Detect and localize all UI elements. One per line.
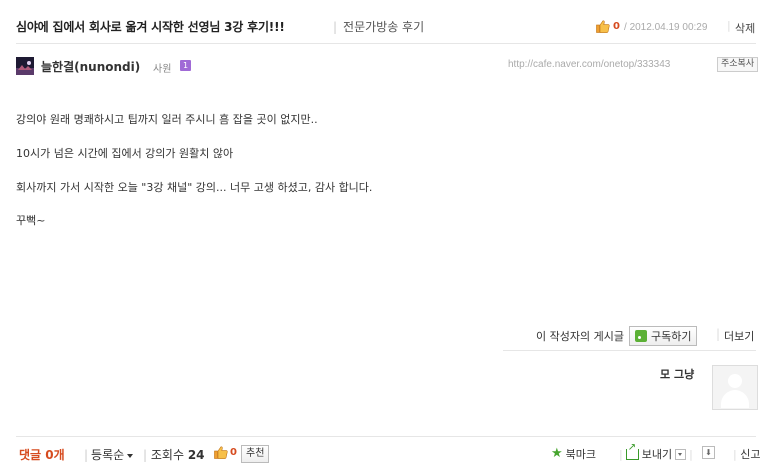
chevron-down-icon[interactable] — [127, 453, 134, 458]
author-name[interactable]: 늘한결(nunondi) — [41, 58, 140, 75]
sort-dropdown[interactable]: | 등록순 — [84, 446, 134, 463]
divider: | — [727, 19, 731, 32]
chevron-down-icon[interactable] — [675, 448, 687, 460]
like-widget[interactable]: 0 — [596, 20, 620, 33]
view-count: | 조회수 24 — [143, 446, 205, 463]
send-label: 보내기 — [641, 448, 673, 461]
avatar-head-shape — [728, 374, 742, 388]
subscribe-button[interactable]: 구독하기 — [628, 326, 698, 346]
subscribe-divider — [503, 350, 756, 351]
header-divider — [16, 43, 756, 44]
category-label[interactable]: 전문가방송 후기 — [343, 20, 424, 34]
sort-label[interactable]: 등록순 — [91, 446, 124, 463]
thumbs-up-icon[interactable] — [596, 20, 610, 33]
body-line: 회사까지 가서 시작한 오늘 "3강 채널" 강의... 너무 고생 하셨고, … — [16, 181, 373, 194]
views-value: 24 — [187, 448, 205, 462]
thumbs-up-icon[interactable] — [214, 446, 228, 459]
divider: | — [143, 448, 148, 462]
author-avatar[interactable] — [16, 57, 34, 75]
views-label: 조회수 — [150, 448, 184, 462]
body-line: 10시가 넘은 시간에 집에서 강의가 원활치 않아 — [16, 147, 234, 160]
commenter-name[interactable]: 모 그냥 — [660, 366, 694, 382]
like-count: 0 — [613, 21, 620, 32]
post-date: / 2012.04.19 00:29 — [624, 22, 708, 33]
post-url[interactable]: http://cafe.naver.com/onetop/333343 — [508, 59, 670, 70]
post-category[interactable]: | 전문가방송 후기 — [333, 18, 424, 35]
delete-link[interactable]: 삭제 — [735, 20, 755, 36]
subscribe-prefix: 이 작성자의 게시글 — [536, 330, 624, 343]
bookmark-label: 북마크 — [565, 448, 597, 461]
bookmark-button[interactable]: ★ 북마크 — [551, 446, 596, 462]
divider: | — [733, 448, 737, 461]
commenter-avatar[interactable] — [712, 365, 758, 410]
copy-url-button[interactable]: 주소복사 — [717, 57, 759, 72]
share-icon — [625, 442, 639, 460]
star-icon: ★ — [551, 446, 563, 461]
divider: | — [716, 327, 721, 341]
report-link[interactable]: | 신고 — [733, 446, 760, 462]
post-title: 심야에 집에서 회사로 옮겨 시작한 선영님 3강 후기!!! — [16, 20, 285, 34]
avatar-body-shape — [721, 390, 749, 408]
send-button[interactable]: | 보내기 | — [619, 442, 693, 462]
author-grade: 사원 — [153, 64, 172, 75]
report-label: 신고 — [740, 448, 761, 461]
recommend-button[interactable]: 추천 — [241, 445, 270, 463]
body-line: 꾸뻑~ — [16, 214, 46, 227]
footer-divider — [16, 436, 756, 437]
like-widget-bottom[interactable]: 0 — [214, 446, 237, 459]
divider: | — [84, 447, 89, 462]
download-icon[interactable]: ⬇ — [702, 446, 715, 459]
level-badge: 1 — [180, 60, 191, 71]
body-line: 강의야 원래 명쾌하시고 팁까지 일러 주시니 흠 잡을 곳이 없지만.. — [16, 113, 318, 126]
divider: | — [689, 447, 693, 461]
divider: | — [619, 447, 623, 461]
divider: | — [333, 20, 338, 34]
like-count-bottom: 0 — [230, 447, 237, 458]
subscribe-area: 이 작성자의 게시글 구독하기 — [536, 326, 698, 346]
subscribe-label: 구독하기 — [650, 330, 692, 343]
more-link[interactable]: 더보기 — [724, 328, 754, 344]
comment-count[interactable]: 댓글 0개 — [19, 446, 65, 463]
rss-icon — [634, 330, 647, 342]
